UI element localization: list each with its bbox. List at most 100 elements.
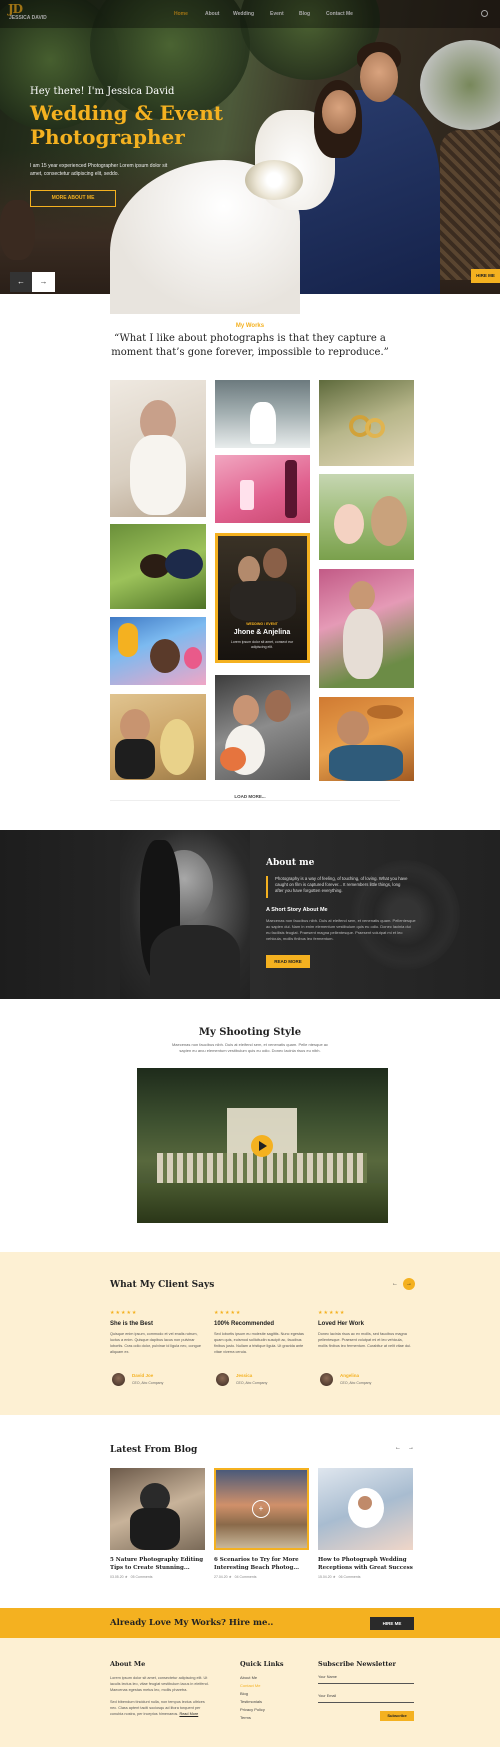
works-label: My Works [235,323,265,329]
load-more-button[interactable]: LOAD MORE... [0,794,500,799]
footer-link-privacy[interactable]: Privacy Policy [240,1707,265,1712]
featured-work-title: Jhone & Anjelina [233,629,291,636]
rating-stars: ★★★★★ [318,1310,346,1316]
about-subtitle: A Short Story About Me [266,907,328,913]
footer-about-paragraph: Lorem ipsum dolor sit amet, consectetur … [110,1676,209,1692]
gallery-photo-couple-hat[interactable] [319,697,414,781]
client-name: David Joe [132,1373,154,1378]
footer-link-blog[interactable]: Blog [240,1691,248,1696]
shooting-style-title: My Shooting Style [198,1027,302,1038]
testimonial-card: ★★★★★ She is the Best Quisque enim ipsum… [110,1310,205,1355]
footer [0,1638,500,1747]
testimonial-text: Quisque enim ipsum, commodo et vel enali… [110,1332,201,1354]
name-field-underline [318,1683,414,1684]
about-text: Maecenas non faucibus nibh. Duis at elei… [266,918,416,941]
blog-prev-icon[interactable]: ← [395,1445,401,1451]
featured-work-tag: WEDDING / EVENT [246,622,278,626]
top-navbar [0,0,500,28]
blog-post-title[interactable]: How to Photograph Wedding Receptions wit… [318,1556,413,1572]
about-intro: Photography is a way of feeling, of touc… [275,876,408,893]
blog-image-wedding-reception[interactable] [318,1468,413,1550]
newsletter-title: Subscribe Newsletter [318,1660,396,1668]
hire-me-tab[interactable]: HIRE ME [471,269,500,283]
gallery-photo-couple-grass[interactable] [110,524,206,609]
blog-next-icon[interactable]: → [408,1445,414,1451]
testimonial-title: Loved Her Work [318,1321,364,1327]
post-date: 15.04.20 ★ [318,1575,336,1579]
hero-greeting: Hey there! I'm Jessica David [30,86,175,97]
gallery-photo-veil-bride[interactable] [110,380,206,517]
post-comments: 06 Comments [338,1575,361,1579]
gallery-photo-first-birthday[interactable] [110,617,206,685]
works-quote: “What I like about photographs is that t… [111,333,389,358]
about-title: About me [266,858,315,868]
footer-link-about[interactable]: About Me [240,1675,257,1680]
blog-post-title[interactable]: 6 Scenarios to Try for More Interesting … [214,1556,309,1572]
gallery-photo-champagne[interactable] [215,455,310,523]
gallery-photo-wedding-gown[interactable] [215,380,310,448]
gallery-photo-maternity[interactable] [319,569,414,688]
rating-stars: ★★★★★ [110,1310,138,1316]
post-date: 03.05.20 ★ [110,1575,128,1579]
avatar [112,1373,125,1386]
rating-stars: ★★★★★ [214,1310,242,1316]
hero-title: Wedding & Event Photographer [30,101,223,149]
about-quote-bar [266,876,268,898]
about-portrait-photo [120,830,250,999]
featured-work-desc: Lorem ipsum dolor sit amet, consect eur … [230,640,294,649]
hero-description: I am 15 year experienced Photographer Lo… [30,163,168,177]
quick-links-title: Quick Links [240,1660,284,1668]
footer-about-title: About Me [110,1660,146,1668]
name-field[interactable]: Your Name [318,1675,337,1679]
groom-face [360,52,398,102]
footer-read-more-link[interactable]: Read More [179,1712,198,1716]
post-comments: 04 Comments [234,1575,257,1579]
client-role: CEO, Abc Company [340,1381,372,1385]
slider-prev-arrow-icon[interactable]: ← [10,272,32,292]
testimonial-card: ★★★★★ Loved Her Work Donec lacinia risus… [318,1310,413,1349]
client-role: CEO, Abc Company [132,1381,164,1385]
bouquet [245,160,303,200]
testimonial-title: 100% Recommended [214,1321,275,1327]
shooting-style-desc: Maecenas non faucibus nibh. Duis at elei… [171,1042,329,1053]
hire-me-button[interactable]: HIRE ME [370,1617,414,1630]
testimonial-text: Donec lacinia risus ac ex mollis, sed fa… [318,1332,412,1348]
blog-title: Latest From Blog [110,1445,198,1455]
client-role: CEO, Abc Company [236,1381,268,1385]
more-about-me-button[interactable]: MORE ABOUT ME [30,190,116,207]
testimonial-title: She is the Best [110,1321,154,1327]
blog-post-meta: 27.04.20 ★ 04 Comments [214,1575,309,1579]
testimonials-prev-icon[interactable]: ← [392,1281,398,1287]
post-comments: 05 Comments [130,1575,153,1579]
footer-link-terms[interactable]: Terms [240,1715,251,1720]
gallery-photo-rings[interactable] [319,380,414,466]
email-field-underline [318,1702,414,1703]
avatar [216,1373,229,1386]
testimonials-title: What My Client Says [110,1280,215,1290]
client-name: Angelina [340,1373,360,1378]
footer-link-contact[interactable]: Contact Me [240,1683,260,1688]
slider-next-arrow-icon[interactable]: → [32,272,55,292]
subscribe-button[interactable]: Subscribe [380,1711,414,1721]
cta-text: Already Love My Works? Hire me.. [110,1618,274,1628]
blog-image-photographer[interactable] [110,1468,205,1550]
play-icon [259,1141,267,1151]
read-more-button[interactable]: READ MORE [266,955,310,968]
client-name: Jessica [236,1373,253,1378]
email-field[interactable]: Your Email [318,1694,336,1698]
load-more-divider [110,800,400,801]
blog-image-beach[interactable]: + [214,1468,309,1550]
testimonial-card: ★★★★★ 100% Recommended Sed lobortis ipsu… [214,1310,309,1355]
footer-link-testimonials[interactable]: Testimonials [240,1699,262,1704]
gallery-photo-baby-teddy[interactable] [319,474,414,560]
blog-post-meta: 15.04.20 ★ 06 Comments [318,1575,413,1579]
blog-post-meta: 03.05.20 ★ 05 Comments [110,1575,205,1579]
post-date: 27.04.20 ★ [214,1575,232,1579]
footer-about-text: Lorem ipsum dolor sit amet, consectetur … [110,1675,210,1717]
testimonials-next-icon[interactable]: → [403,1278,415,1290]
testimonial-text: Sed lobortis ipsum eu molestie sagittis.… [214,1332,304,1354]
gallery-photo-couple-suit[interactable] [110,694,206,780]
avatar [320,1373,333,1386]
blog-post-title[interactable]: 5 Nature Photography Editing Tips to Cre… [110,1556,205,1572]
gallery-photo-bride-groom-bouquet[interactable] [215,675,310,780]
